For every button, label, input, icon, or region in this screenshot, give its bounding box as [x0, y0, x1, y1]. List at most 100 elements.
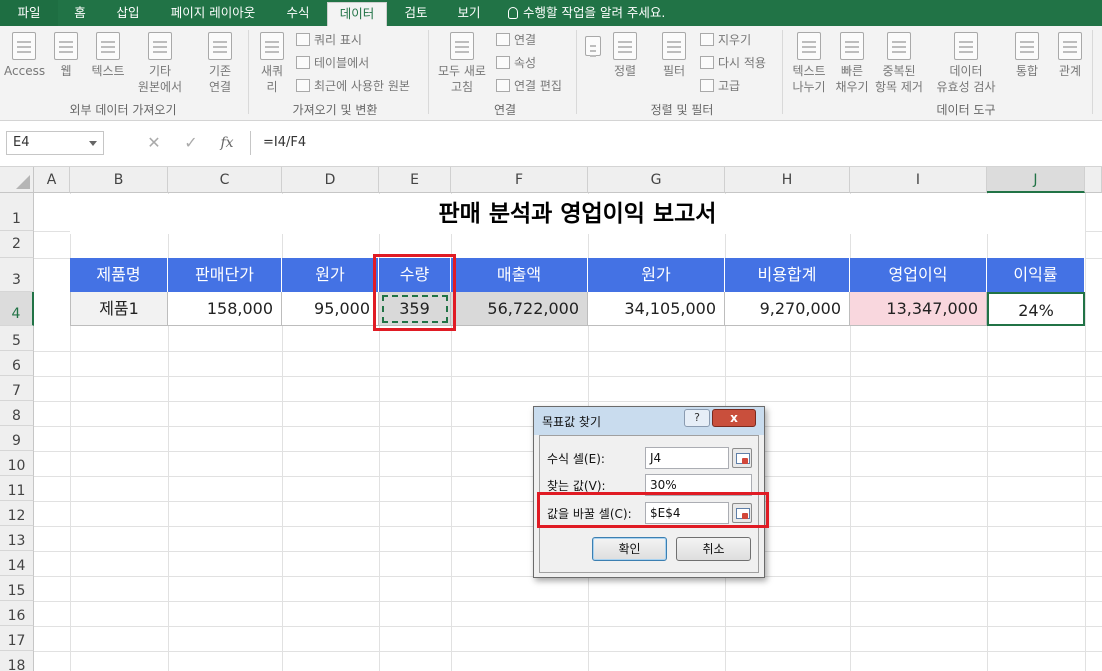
header-expense-total[interactable]: 비용합계	[725, 258, 850, 292]
cell-d4[interactable]: 95,000	[282, 292, 379, 326]
column-header-a[interactable]: A	[34, 167, 70, 193]
row-header-4[interactable]: 4	[0, 292, 34, 326]
cell-j4[interactable]: 24%	[987, 292, 1085, 326]
web-button[interactable]: 웹	[50, 32, 82, 79]
existing-connections-button[interactable]: 기존 연결	[200, 32, 240, 95]
row-header-11[interactable]: 11	[0, 476, 34, 501]
sort-button[interactable]: 정렬	[608, 32, 642, 79]
header-revenue[interactable]: 매출액	[451, 258, 588, 292]
range-select-icon[interactable]	[732, 503, 752, 523]
show-queries-button[interactable]: 쿼리 표시	[296, 32, 362, 48]
edit-links-button[interactable]: 연결 편집	[496, 78, 562, 94]
dialog-titlebar[interactable]: 목표값 찾기 ? x	[534, 407, 764, 435]
header-total-cost[interactable]: 원가	[588, 258, 725, 292]
tab-formulas[interactable]: 수식	[274, 0, 322, 26]
tab-review[interactable]: 검토	[392, 0, 440, 26]
column-header-d[interactable]: D	[282, 167, 379, 193]
clear-filter-button[interactable]: 지우기	[700, 32, 751, 48]
set-cell-input[interactable]: J4	[645, 447, 729, 469]
formula-input[interactable]: =I4/F4	[250, 131, 1102, 155]
access-button[interactable]: Access	[4, 32, 45, 79]
cell-i4[interactable]: 13,347,000	[850, 292, 987, 326]
close-button[interactable]: x	[712, 409, 756, 427]
text-to-columns-button[interactable]: 텍스트 나누기	[786, 32, 832, 95]
cell-e4[interactable]: 359	[379, 292, 451, 326]
header-product-name[interactable]: 제품명	[70, 258, 168, 292]
row-header-18[interactable]: 18	[0, 651, 34, 671]
filter-button[interactable]: 필터	[656, 32, 692, 79]
row-header-13[interactable]: 13	[0, 526, 34, 551]
row-header-8[interactable]: 8	[0, 401, 34, 426]
row-header-17[interactable]: 17	[0, 626, 34, 651]
row-header-7[interactable]: 7	[0, 376, 34, 401]
cell-g4[interactable]: 34,105,000	[588, 292, 725, 326]
confirm-entry-button[interactable]: ✓	[180, 131, 202, 155]
row-header-3[interactable]: 3	[0, 258, 34, 292]
data-validation-button[interactable]: 데이터 유효성 검사	[930, 32, 1002, 95]
row-header-9[interactable]: 9	[0, 426, 34, 451]
header-unit-cost[interactable]: 원가	[282, 258, 379, 292]
flash-fill-button[interactable]: 빠른 채우기	[832, 32, 872, 95]
gridline	[34, 376, 1102, 377]
reapply-button[interactable]: 다시 적용	[700, 55, 766, 71]
name-box[interactable]: E4	[6, 131, 104, 155]
relationships-button[interactable]: 관계	[1052, 32, 1088, 79]
cell-h4[interactable]: 9,270,000	[725, 292, 850, 326]
tab-insert[interactable]: 삽입	[104, 0, 152, 26]
new-query-button[interactable]: 새쿼 리	[254, 32, 290, 95]
to-value-input[interactable]: 30%	[645, 474, 752, 496]
refresh-all-button[interactable]: 모두 새로 고침	[434, 32, 490, 95]
column-header-e[interactable]: E	[379, 167, 451, 193]
select-all-button[interactable]	[0, 167, 34, 193]
tab-data[interactable]: 데이터	[327, 2, 387, 26]
cancel-button[interactable]: 취소	[676, 537, 751, 561]
report-title[interactable]: 판매 분석과 영업이익 보고서	[70, 194, 1085, 234]
other-sources-button[interactable]: 기타 원본에서	[132, 32, 188, 95]
tab-view[interactable]: 보기	[446, 0, 492, 26]
range-select-icon[interactable]	[732, 448, 752, 468]
column-header-c[interactable]: C	[168, 167, 282, 193]
column-header-j[interactable]: J	[987, 167, 1085, 193]
from-text-button[interactable]: 텍스트	[86, 32, 130, 79]
from-table-button[interactable]: 테이블에서	[296, 55, 369, 71]
tab-file[interactable]: 파일	[0, 0, 58, 26]
insert-function-button[interactable]: fx	[216, 131, 238, 155]
tab-page-layout[interactable]: 페이지 레이아웃	[158, 0, 268, 26]
row-header-15[interactable]: 15	[0, 576, 34, 601]
column-header-b[interactable]: B	[70, 167, 168, 193]
row-header-5[interactable]: 5	[0, 326, 34, 351]
row-header-1[interactable]: 1	[0, 193, 34, 231]
ok-button[interactable]: 확인	[592, 537, 667, 561]
row-header-10[interactable]: 10	[0, 451, 34, 476]
advanced-filter-button[interactable]: 고급	[700, 78, 740, 94]
consolidate-button[interactable]: 통합	[1008, 32, 1046, 79]
row-header-6[interactable]: 6	[0, 351, 34, 376]
header-unit-price[interactable]: 판매단가	[168, 258, 282, 292]
header-operating-profit[interactable]: 영업이익	[850, 258, 987, 292]
sort-ascending-button[interactable]	[582, 36, 604, 59]
column-header-h[interactable]: H	[725, 167, 850, 193]
tell-me-box[interactable]: 수행할 작업을 알려 주세요.	[508, 0, 665, 26]
row-header-14[interactable]: 14	[0, 551, 34, 576]
properties-button[interactable]: 속성	[496, 55, 536, 71]
tab-home[interactable]: 홈	[60, 0, 100, 26]
remove-duplicates-button[interactable]: 중복된 항목 제거	[872, 32, 926, 95]
recent-sources-button[interactable]: 최근에 사용한 원본	[296, 78, 410, 94]
column-header-k[interactable]	[1085, 167, 1102, 193]
connections-button[interactable]: 연결	[496, 32, 536, 48]
cell-b4[interactable]: 제품1	[70, 292, 168, 326]
column-header-g[interactable]: G	[588, 167, 725, 193]
cell-c4[interactable]: 158,000	[168, 292, 282, 326]
chevron-down-icon[interactable]	[89, 141, 97, 146]
changing-cell-input[interactable]: $E$4	[645, 502, 729, 524]
cell-f4[interactable]: 56,722,000	[451, 292, 588, 326]
header-profit-margin[interactable]: 이익률	[987, 258, 1085, 292]
row-header-16[interactable]: 16	[0, 601, 34, 626]
cancel-entry-button[interactable]: ✕	[143, 131, 165, 155]
row-header-12[interactable]: 12	[0, 501, 34, 526]
column-header-i[interactable]: I	[850, 167, 987, 193]
column-header-f[interactable]: F	[451, 167, 588, 193]
header-quantity[interactable]: 수량	[379, 258, 451, 292]
row-header-2[interactable]: 2	[0, 231, 34, 258]
help-button[interactable]: ?	[684, 409, 710, 427]
